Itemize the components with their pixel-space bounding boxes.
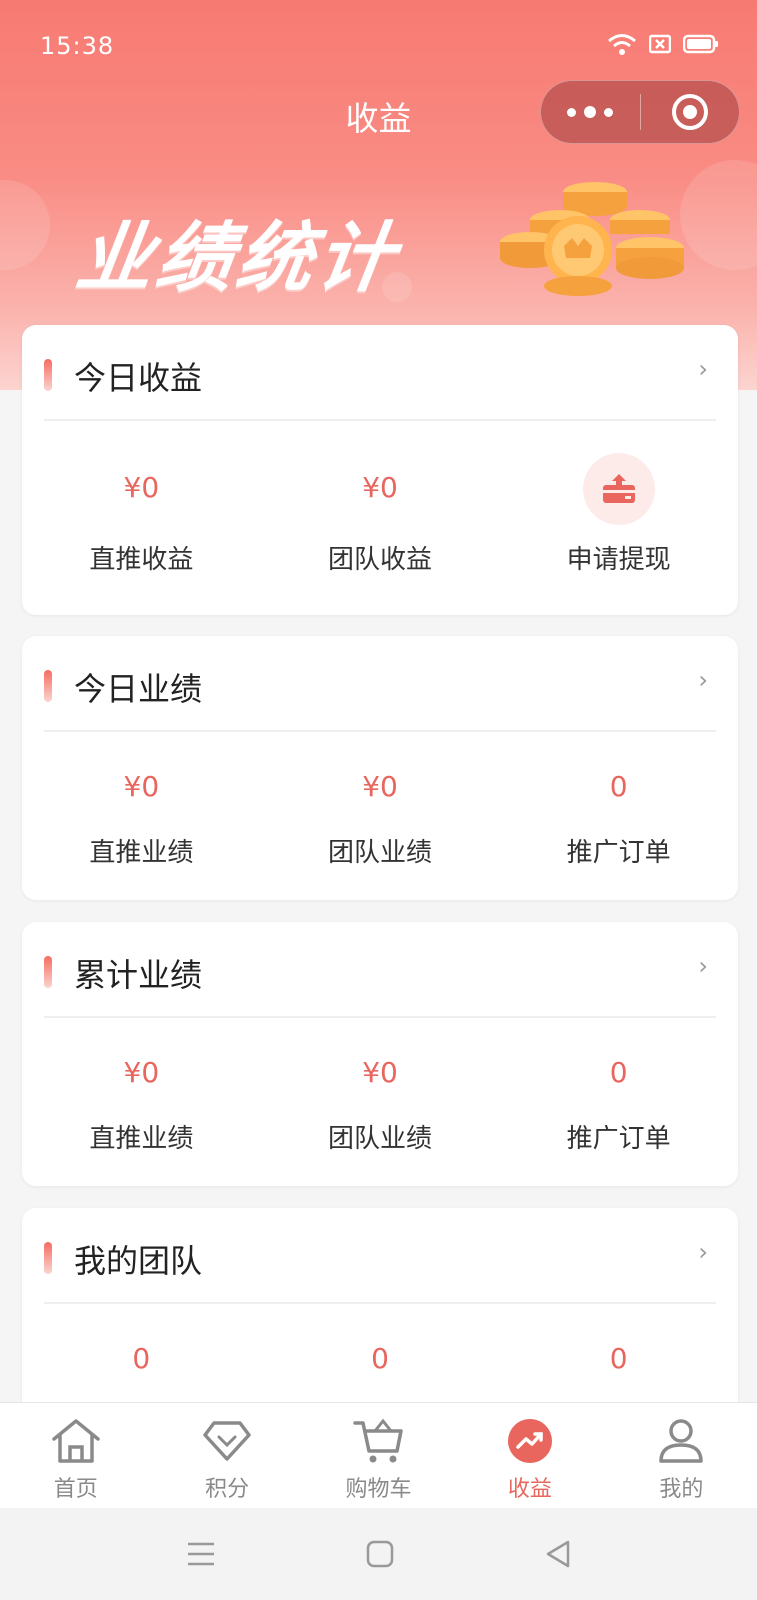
card-cumulative-performance[interactable]: 累计业绩 › ¥0 直推业绩 ¥0 团队业绩 0 推广订单 bbox=[22, 922, 738, 1186]
stat-label: 推广订单 bbox=[566, 838, 671, 868]
banner-title: 业绩统计 bbox=[70, 213, 404, 302]
sim-icon bbox=[649, 34, 671, 54]
stat-value: 0 bbox=[371, 1342, 389, 1375]
more-dot-icon bbox=[567, 107, 577, 117]
card-accent-bar bbox=[44, 359, 52, 391]
stats-row: ¥0 直推收益 ¥0 团队收益 申请提现 bbox=[22, 421, 738, 601]
stat-value: 0 bbox=[132, 1342, 151, 1375]
stat-label: 推广订单 bbox=[566, 1124, 671, 1154]
tab-label: 积分 bbox=[205, 1477, 250, 1502]
stat-item[interactable]: ¥0 直推业绩 bbox=[22, 732, 261, 912]
decor-bubble bbox=[680, 160, 757, 270]
card-today-performance[interactable]: 今日业绩 › ¥0 直推业绩 ¥0 团队业绩 0 推广订单 bbox=[22, 636, 738, 900]
tab-label: 首页 bbox=[53, 1477, 98, 1502]
stats-row: ¥0 直推业绩 ¥0 团队业绩 0 推广订单 bbox=[22, 1018, 738, 1198]
stat-item[interactable]: ¥0 直推业绩 bbox=[22, 1018, 261, 1198]
stats-row: ¥0 直推业绩 ¥0 团队业绩 0 推广订单 bbox=[22, 732, 738, 912]
cart-icon bbox=[352, 1415, 405, 1467]
status-bar: 15:38 bbox=[0, 0, 757, 90]
diamond-icon bbox=[201, 1415, 253, 1467]
more-dot-icon bbox=[584, 106, 597, 118]
coins-illustration bbox=[500, 182, 684, 296]
home-square-icon[interactable] bbox=[366, 1540, 394, 1568]
stat-item[interactable]: ¥0 团队业绩 bbox=[261, 1018, 500, 1198]
tab-cart[interactable]: 购物车 bbox=[303, 1403, 454, 1508]
stat-value: 0 bbox=[609, 770, 628, 803]
tab-bar: 首页 积分 购物车 收益 我的 bbox=[0, 1402, 757, 1508]
user-icon bbox=[655, 1415, 707, 1467]
card-accent-bar bbox=[44, 956, 52, 988]
stat-value: ¥0 bbox=[123, 770, 160, 803]
trend-icon bbox=[504, 1415, 556, 1467]
miniprogram-capsule bbox=[540, 80, 740, 144]
chevron-right-icon[interactable]: › bbox=[698, 666, 708, 694]
card-title: 今日业绩 bbox=[74, 670, 203, 708]
tab-label: 收益 bbox=[507, 1477, 552, 1502]
more-dot-icon bbox=[604, 107, 614, 117]
tab-mine[interactable]: 我的 bbox=[606, 1403, 757, 1508]
withdraw-button[interactable]: 申请提现 bbox=[499, 421, 738, 601]
stat-label: 直推收益 bbox=[89, 545, 194, 575]
status-icons bbox=[607, 32, 719, 56]
card-header: 今日业绩 › bbox=[44, 636, 716, 732]
stat-item[interactable]: ¥0 直推收益 bbox=[22, 421, 261, 601]
stat-value: 0 bbox=[609, 1056, 628, 1089]
stat-label: 团队业绩 bbox=[328, 1124, 433, 1154]
menu-icon[interactable] bbox=[186, 1541, 216, 1567]
stat-item[interactable]: 0 推广订单 bbox=[499, 1018, 738, 1198]
stat-label: 团队业绩 bbox=[328, 838, 433, 868]
stat-value: ¥0 bbox=[362, 1056, 398, 1089]
stat-value: ¥0 bbox=[362, 770, 398, 803]
stat-value: ¥0 bbox=[123, 1056, 160, 1089]
back-icon[interactable] bbox=[544, 1539, 572, 1569]
stat-label: 直推业绩 bbox=[89, 1124, 194, 1154]
card-title: 我的团队 bbox=[74, 1242, 203, 1280]
system-navigation-bar bbox=[0, 1508, 757, 1600]
card-title: 今日收益 bbox=[74, 359, 203, 397]
card-header: 累计业绩 › bbox=[44, 922, 716, 1018]
card-accent-bar bbox=[44, 1242, 52, 1274]
stat-value: ¥0 bbox=[362, 471, 398, 504]
close-miniprogram-button[interactable] bbox=[640, 80, 739, 144]
tab-label: 购物车 bbox=[345, 1477, 412, 1502]
stat-label: 直推业绩 bbox=[89, 838, 194, 868]
stat-item[interactable]: ¥0 团队收益 bbox=[261, 421, 500, 601]
battery-icon bbox=[683, 34, 718, 54]
tab-earnings[interactable]: 收益 bbox=[454, 1403, 605, 1508]
chevron-right-icon[interactable]: › bbox=[698, 355, 708, 383]
stat-label: 申请提现 bbox=[566, 545, 671, 575]
stat-item[interactable]: 0 推广订单 bbox=[499, 732, 738, 912]
target-icon bbox=[671, 94, 708, 130]
stat-label: 团队收益 bbox=[328, 545, 433, 575]
withdraw-icon bbox=[582, 453, 655, 525]
stat-item[interactable]: ¥0 团队业绩 bbox=[261, 732, 500, 912]
chevron-right-icon[interactable]: › bbox=[698, 952, 708, 980]
tab-home[interactable]: 首页 bbox=[0, 1403, 151, 1508]
home-icon bbox=[50, 1415, 102, 1467]
chevron-right-icon[interactable]: › bbox=[698, 1238, 708, 1266]
stat-value: ¥0 bbox=[123, 471, 160, 504]
card-header: 今日收益 › bbox=[44, 325, 716, 421]
card-title: 累计业绩 bbox=[74, 956, 203, 994]
decor-bubble bbox=[0, 180, 50, 270]
card-accent-bar bbox=[44, 670, 52, 702]
more-button[interactable] bbox=[541, 80, 640, 144]
status-time: 15:38 bbox=[40, 32, 115, 60]
card-header: 我的团队 › bbox=[44, 1208, 716, 1304]
stat-value: 0 bbox=[609, 1342, 628, 1375]
card-today-earnings[interactable]: 今日收益 › ¥0 直推收益 ¥0 团队收益 申请提现 bbox=[22, 325, 738, 615]
tab-points[interactable]: 积分 bbox=[151, 1403, 302, 1508]
wifi-icon bbox=[608, 34, 636, 55]
tab-label: 我的 bbox=[659, 1477, 704, 1502]
